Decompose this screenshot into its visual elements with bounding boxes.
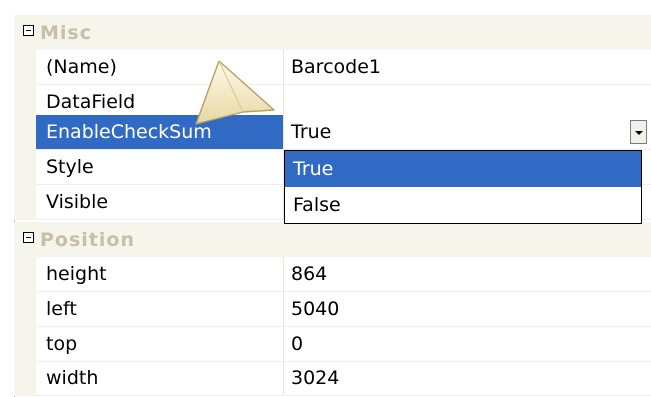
- property-value[interactable]: 0: [285, 327, 651, 362]
- property-name: top: [36, 327, 284, 362]
- arrow-cursor-icon: [195, 60, 275, 125]
- selected-value: True: [291, 121, 332, 143]
- row-gutter: [14, 361, 36, 396]
- row-gutter: [14, 115, 36, 150]
- property-row-height[interactable]: height 864: [14, 257, 651, 292]
- row-gutter: [14, 185, 36, 220]
- property-value[interactable]: 864: [285, 257, 651, 292]
- row-gutter: [14, 50, 36, 85]
- dropdown-option-false[interactable]: False: [285, 187, 641, 223]
- property-name: Style: [36, 150, 284, 185]
- property-name: width: [36, 361, 284, 396]
- enablechecksum-dropdown-list: True False: [284, 150, 642, 224]
- row-gutter: [14, 327, 36, 362]
- property-name: height: [36, 257, 284, 292]
- property-name: Visible: [36, 185, 284, 220]
- property-row-top[interactable]: top 0: [14, 327, 651, 362]
- category-label: Misc: [40, 22, 92, 44]
- property-value[interactable]: 5040: [285, 292, 651, 327]
- property-name: left: [36, 292, 284, 327]
- collapse-minus-icon[interactable]: [23, 25, 34, 36]
- property-value[interactable]: 3024: [285, 361, 651, 396]
- dropdown-option-true[interactable]: True: [285, 151, 641, 187]
- category-misc[interactable]: Misc: [14, 15, 651, 50]
- row-gutter: [14, 257, 36, 292]
- chevron-down-icon[interactable]: [630, 120, 647, 144]
- property-row-name[interactable]: (Name) Barcode1: [14, 50, 651, 85]
- property-row-width[interactable]: width 3024: [14, 361, 651, 396]
- property-value[interactable]: Barcode1: [285, 50, 651, 85]
- property-row-enablechecksum[interactable]: EnableCheckSum True: [14, 115, 651, 150]
- category-label: Position: [40, 229, 135, 251]
- row-gutter: [14, 292, 36, 327]
- property-row-left[interactable]: left 5040: [14, 292, 651, 327]
- category-position[interactable]: Position: [14, 222, 651, 257]
- row-gutter: [14, 150, 36, 185]
- property-value-select[interactable]: True: [285, 115, 651, 150]
- collapse-minus-icon[interactable]: [23, 232, 34, 243]
